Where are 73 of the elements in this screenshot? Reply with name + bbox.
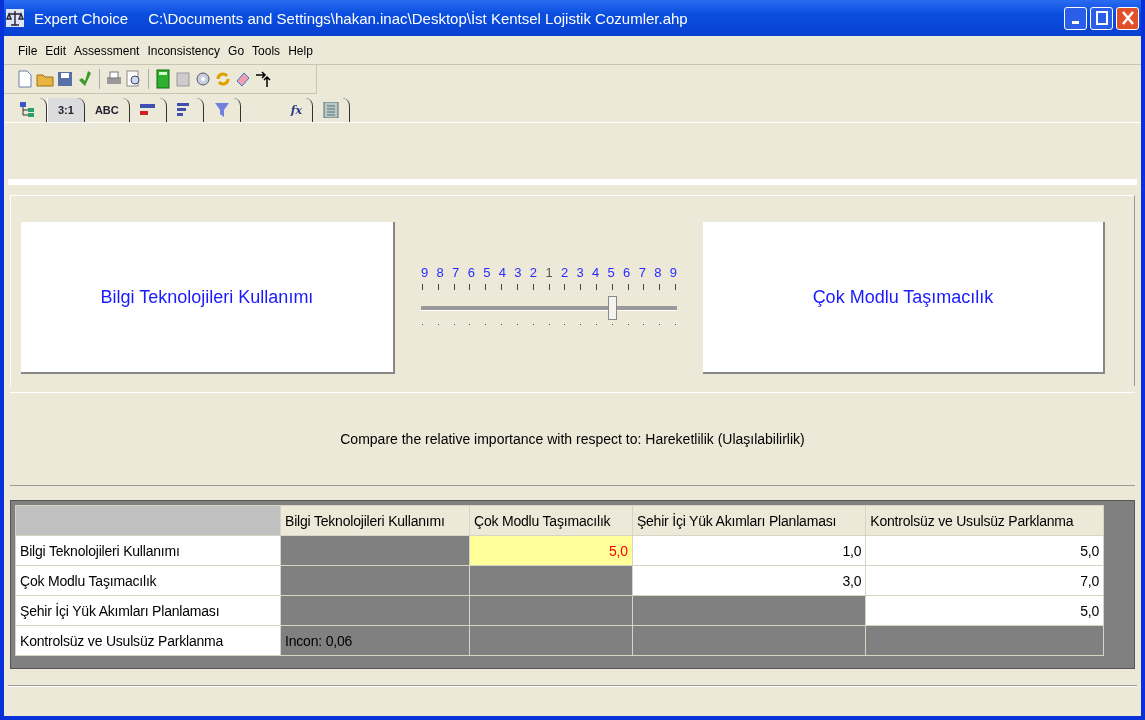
scale-number: 4 (592, 264, 600, 280)
scale-number: 7 (638, 264, 646, 280)
file-path: C:\Documents and Settings\hakan.inac\Desktop\İst Kentsel Lojistik Cozumler.ahp (148, 9, 688, 27)
menu-item[interactable]: Inconsistency (147, 44, 221, 58)
menu-item[interactable]: File (18, 44, 38, 58)
close-icon (1121, 11, 1134, 25)
table-cell[interactable]: Incon: 0,06 (280, 625, 470, 656)
right-criterion: Çok Modlu Taşımacılık (812, 286, 994, 308)
row-header: Kontrolsüz ve Usulsüz Parklanma (15, 625, 281, 656)
table-cell[interactable] (469, 565, 633, 596)
new-document-icon[interactable] (16, 69, 34, 89)
table-cell[interactable]: 3,0 (632, 565, 866, 596)
maximize-button[interactable] (1090, 6, 1113, 30)
grid-icon (323, 102, 340, 118)
scale-number: 2 (560, 264, 569, 280)
menu-item[interactable]: Edit (45, 44, 67, 58)
scale-number: 8 (436, 264, 444, 280)
table-cell[interactable]: 7,0 (865, 565, 1104, 596)
funnel-icon (213, 102, 230, 118)
tab[interactable]: ABC (84, 98, 130, 122)
minimize-button[interactable] (1064, 6, 1087, 30)
tab[interactable]: fx (280, 98, 314, 122)
table-cell[interactable] (632, 595, 866, 626)
scale-number: 5 (483, 264, 491, 280)
tab[interactable]: 3:1 (47, 98, 85, 122)
scale-number: 6 (467, 264, 475, 280)
minimize-icon (1072, 20, 1079, 24)
scale-number: 9 (669, 264, 677, 280)
column-header: Kontrolsüz ve Usulsüz Parklanma (865, 505, 1104, 536)
left-criterion: Bilgi Teknolojileri Kullanımı (100, 286, 314, 308)
column-header: Bilgi Teknolojileri Kullanımı (280, 505, 470, 536)
table-cell[interactable]: 5,0 (469, 535, 633, 566)
scale-number: 3 (514, 264, 522, 280)
row-header: Şehir İçi Yük Akımları Planlaması (15, 595, 281, 626)
menu-item[interactable]: Help (288, 44, 313, 58)
row-header: Bilgi Teknolojileri Kullanımı (15, 535, 281, 566)
row-header: Çok Modlu Taşımacılık (15, 565, 281, 596)
hierarchy-icon (20, 102, 36, 118)
menu-item[interactable]: Tools (252, 44, 281, 58)
window-title: Expert Choice (34, 9, 129, 27)
scale-number: 7 (452, 264, 460, 280)
scale-number: 9 (421, 264, 429, 280)
arrows-icon[interactable] (254, 69, 272, 89)
scale-number: 8 (654, 264, 662, 280)
prompt-text: Compare the relative importance with respect to: Hareketlilik (Ulaşılabilirlik) (340, 431, 805, 447)
refresh-icon[interactable] (214, 69, 232, 89)
table-cell[interactable] (280, 595, 470, 626)
scale-number: 2 (529, 264, 538, 280)
scale-number: 1 (545, 264, 553, 280)
table-cell[interactable]: 1,0 (632, 535, 866, 566)
table-cell[interactable]: 5,0 (865, 595, 1104, 626)
scales-icon (6, 9, 24, 27)
table-cell[interactable] (865, 625, 1104, 656)
table-cell[interactable] (280, 535, 470, 566)
scale-number: 4 (498, 264, 506, 280)
maximize-icon (1095, 11, 1108, 25)
table-cell[interactable]: 5,0 (865, 535, 1104, 566)
close-button[interactable] (1116, 6, 1139, 30)
bar-chart-icon (139, 102, 156, 118)
menu-item[interactable]: Go (228, 44, 245, 58)
scale-number: 6 (623, 264, 631, 280)
table-cell[interactable] (280, 565, 470, 596)
table-cell[interactable] (632, 625, 866, 656)
magnifier-icon[interactable] (125, 69, 143, 89)
column-header: Şehir İçi Yük Akımları Planlaması (632, 505, 866, 536)
menu-item[interactable]: Assessment (74, 44, 140, 58)
slider-thumb[interactable] (608, 295, 617, 320)
column-header: Çok Modlu Taşımacılık (469, 505, 633, 536)
table-cell[interactable] (469, 595, 633, 626)
calculator-icon[interactable] (154, 69, 172, 89)
scale-number: 3 (576, 264, 584, 280)
scale-number: 5 (607, 264, 615, 280)
table-cell[interactable] (469, 625, 633, 656)
